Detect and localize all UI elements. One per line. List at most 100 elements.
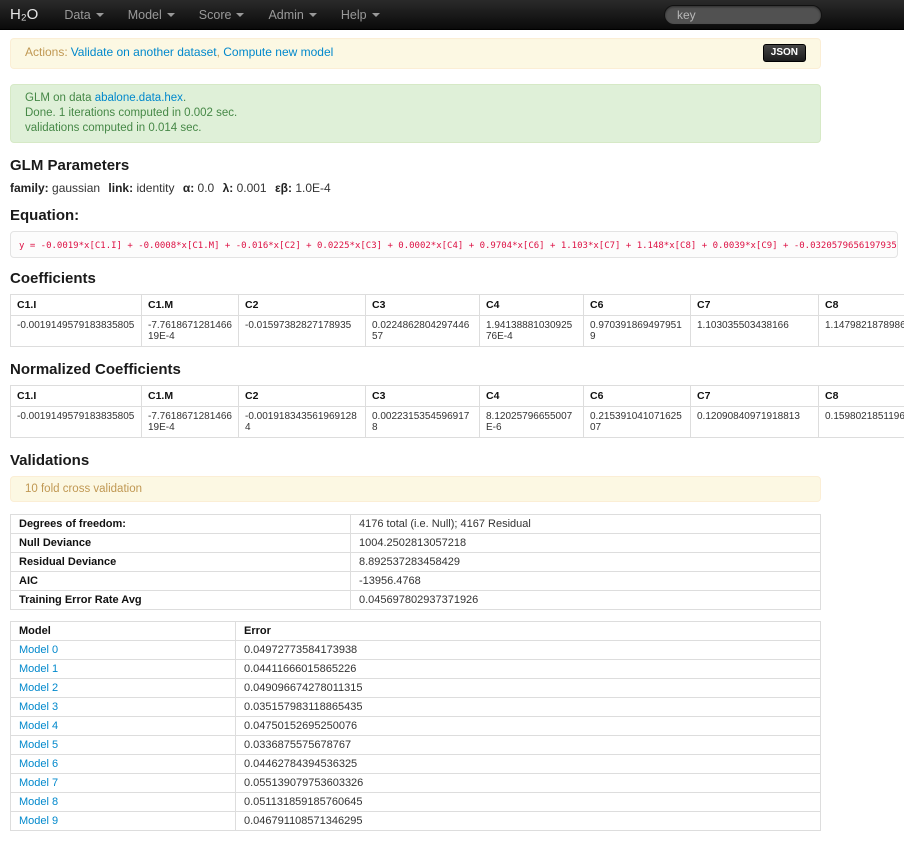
status-message: GLM on data abalone.data.hex. Done. 1 it… <box>10 84 821 143</box>
coefficients-header-row: C1.I C1.M C2 C3 C4 C6 C7 C8 <box>11 294 904 315</box>
models-header-row: Model Error <box>11 621 821 640</box>
dataset-link[interactable]: abalone.data.hex <box>95 92 183 104</box>
cell: 8.12025796655007E-6 <box>480 406 584 437</box>
model-cell: Model 0 <box>11 640 236 659</box>
coefficients-table: C1.I C1.M C2 C3 C4 C6 C7 C8 -0.001914957… <box>10 294 904 347</box>
model-cell: Model 6 <box>11 754 236 773</box>
model-cell: Model 5 <box>11 735 236 754</box>
column-header: C1.I <box>11 294 142 315</box>
summary-label: AIC <box>11 571 351 590</box>
coefficients-value-row: -0.0019149579183835805 -7.76186712814661… <box>11 315 904 346</box>
cell: 1.103035503438166 <box>691 315 819 346</box>
cell: 0.00223153545969178 <box>366 406 480 437</box>
model-link[interactable]: Model 9 <box>19 815 58 827</box>
nav-menu-admin[interactable]: Admin <box>256 0 328 30</box>
param-value: gaussian <box>52 181 100 195</box>
error-cell: 0.049096674278011315 <box>236 678 821 697</box>
nav-menu-model[interactable]: Model <box>116 0 187 30</box>
column-header: C6 <box>584 294 691 315</box>
status-line-1-suffix: . <box>183 92 186 104</box>
validate-dataset-link[interactable]: Validate on another dataset <box>71 45 217 59</box>
nav-menu-data-label: Data <box>64 8 90 22</box>
h2o-logo[interactable]: H₂O <box>10 6 38 23</box>
model-cell: Model 1 <box>11 659 236 678</box>
cell: -0.01597382827178935 <box>239 315 366 346</box>
error-cell: 0.055139079753603326 <box>236 773 821 792</box>
page: H₂O Data Model Score Admin Help JSON Act… <box>0 0 904 843</box>
column-header: C2 <box>239 385 366 406</box>
chevron-down-icon <box>96 13 104 17</box>
table-row: Model 3 0.035157983118865435 <box>11 697 821 716</box>
cell: 0.1598021851196413 <box>819 406 904 437</box>
param-alpha: α: 0.0 <box>183 181 214 195</box>
cell: -0.0019149579183835805 <box>11 406 142 437</box>
error-cell: 0.04750152695250076 <box>236 716 821 735</box>
column-header: C1.M <box>142 294 239 315</box>
normalized-coefficients-table: C1.I C1.M C2 C3 C4 C6 C7 C8 -0.001914957… <box>10 385 904 438</box>
nav-menu-data[interactable]: Data <box>52 0 115 30</box>
validation-summary-table: Degrees of freedom: 4176 total (i.e. Nul… <box>10 514 821 610</box>
table-row: Model 4 0.04750152695250076 <box>11 716 821 735</box>
nav-menu-model-label: Model <box>128 8 162 22</box>
nav-menu-help-label: Help <box>341 8 367 22</box>
model-link[interactable]: Model 5 <box>19 739 58 751</box>
normalized-value-row: -0.0019149579183835805 -7.76186712814661… <box>11 406 904 437</box>
model-link[interactable]: Model 1 <box>19 663 58 675</box>
model-link[interactable]: Model 4 <box>19 720 58 732</box>
cell: 0.21539104107162507 <box>584 406 691 437</box>
column-header: Error <box>236 621 821 640</box>
column-header: C7 <box>691 385 819 406</box>
model-link[interactable]: Model 3 <box>19 701 58 713</box>
param-label: εβ: <box>275 181 292 195</box>
main-content: JSON Actions:Validate on another dataset… <box>0 30 904 831</box>
table-row: Model 2 0.049096674278011315 <box>11 678 821 697</box>
models-table: Model Error Model 0 0.04972773584173938 … <box>10 621 821 831</box>
column-header: C4 <box>480 294 584 315</box>
error-cell: 0.04972773584173938 <box>236 640 821 659</box>
chevron-down-icon <box>236 13 244 17</box>
nav-menu-score[interactable]: Score <box>187 0 257 30</box>
model-link[interactable]: Model 8 <box>19 796 58 808</box>
model-link[interactable]: Model 6 <box>19 758 58 770</box>
param-value: identity <box>136 181 174 195</box>
error-cell: 0.04462784394536325 <box>236 754 821 773</box>
summary-value: 8.892537283458429 <box>351 552 821 571</box>
column-header: C2 <box>239 294 366 315</box>
status-line-3: validations computed in 0.014 sec. <box>25 121 806 136</box>
model-cell: Model 8 <box>11 792 236 811</box>
cell: 0.9703918694979519 <box>584 315 691 346</box>
chevron-down-icon <box>372 13 380 17</box>
normalized-coefficients-heading: Normalized Coefficients <box>10 361 904 378</box>
param-epsilon: εβ: 1.0E-4 <box>275 181 331 195</box>
model-link[interactable]: Model 2 <box>19 682 58 694</box>
chevron-down-icon <box>167 13 175 17</box>
table-row: Null Deviance 1004.2502813057218 <box>11 533 821 552</box>
model-link[interactable]: Model 7 <box>19 777 58 789</box>
actions-bar: JSON Actions:Validate on another dataset… <box>10 38 821 69</box>
equation-block: y = -0.0019*x[C1.I] + -0.0008*x[C1.M] + … <box>10 231 898 258</box>
column-header: C1.I <box>11 385 142 406</box>
nav-menu-help[interactable]: Help <box>329 0 392 30</box>
search-input[interactable] <box>664 5 822 25</box>
table-row: Model 0 0.04972773584173938 <box>11 640 821 659</box>
compute-model-link[interactable]: Compute new model <box>223 45 333 59</box>
column-header: C7 <box>691 294 819 315</box>
model-cell: Model 4 <box>11 716 236 735</box>
cell: -7.761867128146619E-4 <box>142 406 239 437</box>
param-label: λ: <box>223 181 234 195</box>
table-row: Residual Deviance 8.892537283458429 <box>11 552 821 571</box>
model-cell: Model 3 <box>11 697 236 716</box>
table-row: Model 7 0.055139079753603326 <box>11 773 821 792</box>
model-link[interactable]: Model 0 <box>19 644 58 656</box>
summary-label: Residual Deviance <box>11 552 351 571</box>
column-header: C4 <box>480 385 584 406</box>
column-header: C8 <box>819 385 904 406</box>
cell: 1.1479821878986511 <box>819 315 904 346</box>
error-cell: 0.035157983118865435 <box>236 697 821 716</box>
column-header: C1.M <box>142 385 239 406</box>
cell: 0.022486280429744657 <box>366 315 480 346</box>
summary-label: Null Deviance <box>11 533 351 552</box>
summary-value: 0.045697802937371926 <box>351 590 821 609</box>
json-button[interactable]: JSON <box>763 44 806 62</box>
table-row: Model 6 0.04462784394536325 <box>11 754 821 773</box>
